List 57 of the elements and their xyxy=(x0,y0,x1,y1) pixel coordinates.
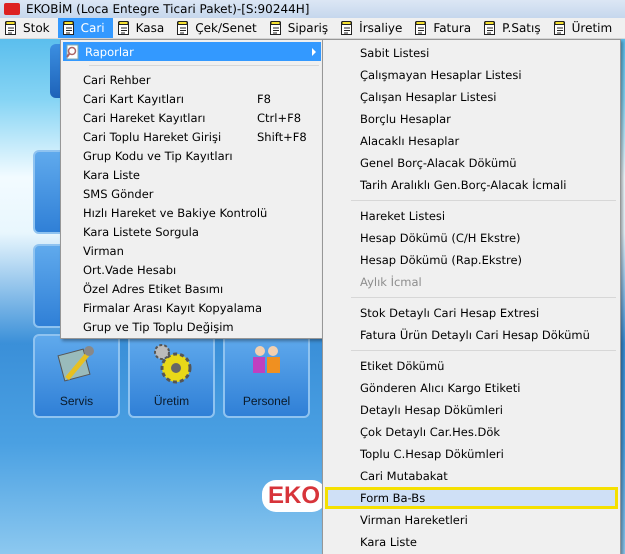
submenu-arrow-icon xyxy=(311,48,317,56)
menu-item[interactable]: Çalışan Hesaplar Listesi xyxy=(325,86,618,108)
menu-item[interactable]: SMS Gönder xyxy=(63,184,321,203)
document-icon xyxy=(4,20,18,36)
menu-item[interactable]: Üretim xyxy=(548,18,620,38)
menu-item[interactable]: Hızlı Hareket ve Bakiye Kontrolü xyxy=(63,203,321,222)
menu-item[interactable]: Alacaklı Hesaplar xyxy=(325,130,618,152)
magnifier-document-icon xyxy=(65,44,81,60)
document-icon xyxy=(116,20,131,36)
menu-item[interactable]: Çalışmayan Hesaplar Listesi xyxy=(325,64,618,86)
menu-item[interactable]: Virman xyxy=(63,241,321,260)
document-icon xyxy=(483,20,498,36)
menu-item[interactable]: Form Ba-Bs xyxy=(325,487,618,509)
document-icon xyxy=(340,20,354,36)
menu-item[interactable]: Tarih Aralıklı Gen.Borç-Alacak İcmali xyxy=(325,174,618,196)
menu-item[interactable]: Hesap Dökümü (Rap.Ekstre) xyxy=(325,249,618,271)
menu-item[interactable]: Etiket Dökümü xyxy=(325,355,618,377)
document-icon xyxy=(414,20,428,36)
menu-item[interactable]: P.Satış xyxy=(479,18,549,38)
menu-item[interactable]: Stok xyxy=(0,18,58,38)
menu-item[interactable]: Stok Detaylı Cari Hesap Extresi xyxy=(325,302,618,324)
document-icon xyxy=(268,20,283,36)
menu-item[interactable]: Grup Kodu ve Tip Kayıtları xyxy=(63,146,321,165)
menu-item[interactable]: Cari Hareket Kayıtları Ctrl+F8 xyxy=(63,108,321,127)
menu-item[interactable]: Cari Mutabakat xyxy=(325,465,618,487)
menu-item[interactable]: Ort.Vade Hesabı xyxy=(63,260,321,279)
document-icon xyxy=(552,20,567,36)
menu-item[interactable]: Toplu C.Hesap Dökümleri xyxy=(325,443,618,465)
menu-item[interactable]: Sabit Listesi xyxy=(325,42,618,64)
menu-item[interactable]: Özel Adres Etiket Basımı xyxy=(63,279,321,298)
menu-item[interactable]: Kara Liste xyxy=(325,531,618,553)
menu-item[interactable]: Grup ve Tip Toplu Değişim xyxy=(63,317,321,336)
menu-item[interactable]: Cari Toplu Hareket Girişi Shift+F8 xyxy=(63,127,321,146)
menu-item[interactable]: Borçlu Hesaplar xyxy=(325,108,618,130)
menu-item[interactable]: Fatura xyxy=(410,18,480,38)
menu-item[interactable]: Cari Rehber xyxy=(63,70,321,89)
menu-item[interactable]: Detaylı Hesap Dökümleri xyxy=(325,399,618,421)
menu-item[interactable]: Hareket Listesi xyxy=(325,205,618,227)
menu-item[interactable]: Gönderen Alıcı Kargo Etiketi xyxy=(325,377,618,399)
menu-item[interactable]: İrsaliye xyxy=(336,18,410,38)
menu-item[interactable]: Virman Hareketleri xyxy=(325,509,618,531)
menu-item[interactable]: Kara Liste xyxy=(63,165,321,184)
menu-item[interactable]: Fatura Ürün Detaylı Cari Hesap Dökümü xyxy=(325,324,618,346)
menu-item[interactable]: Kasa xyxy=(112,18,172,38)
window-title: EKOBİM (Loca Entegre Ticari Paket)-[S:90244H] xyxy=(26,2,310,16)
menu-item[interactable]: Genel Borç-Alacak Dökümü xyxy=(325,152,618,174)
menu-item[interactable]: Çek/Senet xyxy=(172,18,265,38)
module-tile[interactable]: Servis xyxy=(33,334,120,418)
menu-item[interactable]: Cari Kart Kayıtları F8 xyxy=(63,89,321,108)
menu-item[interactable]: Firmalar Arası Kayıt Kopyalama xyxy=(63,298,321,317)
menu-item[interactable]: Kara Listete Sorgula xyxy=(63,222,321,241)
document-icon xyxy=(62,20,76,36)
menu-item[interactable]: Hesap Dökümü (C/H Ekstre) xyxy=(325,227,618,249)
menu-item[interactable]: Çok Detaylı Car.Hes.Dök xyxy=(325,421,618,443)
app-logo-icon xyxy=(4,3,20,15)
menu-item[interactable]: Sipariş xyxy=(264,18,336,38)
document-icon xyxy=(176,20,190,36)
